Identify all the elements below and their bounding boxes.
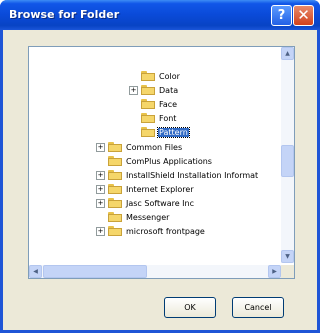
tree-item-label: Data [159,85,179,95]
folder-icon [108,184,122,194]
tree-item-label: ComPlus Applications [126,156,212,166]
title-bar[interactable]: Browse for Folder ? ✕ [0,0,320,30]
tree-item[interactable]: Face [129,97,178,111]
tree-item[interactable]: Pattern [129,125,190,139]
folder-icon [141,85,155,95]
horizontal-scroll-thumb[interactable] [43,265,147,278]
expand-toggle[interactable]: + [96,142,105,152]
tree-item-label: Messenger [126,212,170,222]
tree-item[interactable]: + InstallShield Installation Informat [96,168,259,182]
tree-item[interactable]: + Jasc Software Inc [96,196,195,210]
tree-item-label: Jasc Software Inc [126,198,195,208]
expand-toggle[interactable]: + [96,184,105,194]
folder-icon [108,156,122,166]
folder-icon [141,71,155,81]
tree-item[interactable]: + Internet Explorer [96,182,195,196]
scroll-left-button[interactable]: ◀ [29,265,42,278]
scroll-up-button[interactable]: ▲ [281,47,294,60]
tree-item-label: InstallShield Installation Informat [126,170,259,180]
tree-item-label: Internet Explorer [126,184,194,194]
expand-toggle[interactable]: + [129,85,138,95]
ok-button[interactable]: OK [164,297,216,318]
close-button[interactable]: ✕ [293,5,314,26]
folder-icon [108,226,122,236]
tree-item-label: Common Files [126,142,183,152]
folder-icon [108,170,122,180]
folder-icon [108,142,122,152]
folder-icon [141,99,155,109]
scroll-right-button[interactable]: ▶ [268,265,281,278]
expand-toggle[interactable]: + [96,226,105,236]
tree-item[interactable]: + microsoft frontpage [96,224,206,238]
tree-item-label: Font [159,113,177,123]
scroll-down-button[interactable]: ▼ [281,250,294,263]
horizontal-scrollbar[interactable]: ◀ ▶ [29,265,281,278]
expand-toggle[interactable]: + [96,170,105,180]
tree-item-label: Face [159,99,178,109]
help-button[interactable]: ? [271,5,292,26]
tree-item[interactable]: Font [129,111,177,125]
tree-item[interactable]: ComPlus Applications [96,154,213,168]
tree-item-label: Pattern [157,126,190,138]
scrollbar-corner [281,265,294,278]
cancel-button[interactable]: Cancel [232,297,284,318]
vertical-scrollbar[interactable]: ▲ ▼ [281,47,294,263]
tree-item[interactable]: + Common Files [96,140,183,154]
expand-toggle[interactable]: + [96,198,105,208]
folder-icon [141,113,155,123]
folder-icon [141,127,155,137]
tree-item[interactable]: Messenger [96,210,170,224]
folder-icon [108,198,122,208]
tree-item-label: Color [159,71,180,81]
window-title: Browse for Folder [9,8,120,21]
tree-item-label: microsoft frontpage [126,226,205,236]
folder-icon [108,212,122,222]
browse-for-folder-dialog: Browse for Folder ? ✕ Color + Data Face Font… [0,0,320,333]
tree-item[interactable]: Color [129,69,181,83]
folder-tree[interactable]: Color + Data Face Font Pattern + Common Files Co… [28,46,295,279]
tree-item[interactable]: + Data [129,83,179,97]
vertical-scroll-thumb[interactable] [281,145,294,177]
